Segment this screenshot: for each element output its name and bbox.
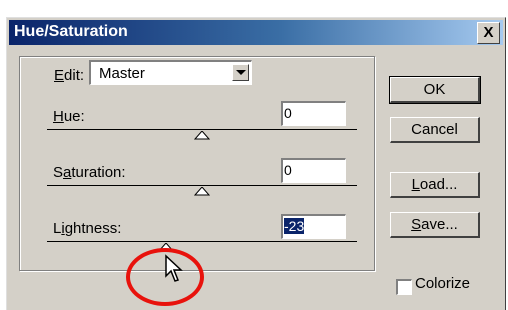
ok-button[interactable]: OK bbox=[389, 76, 481, 104]
edit-dropdown-value: Master bbox=[99, 65, 145, 82]
lightness-input[interactable]: -23 bbox=[281, 214, 346, 239]
saturation-label: Saturation: bbox=[53, 164, 126, 181]
lightness-slider-track[interactable] bbox=[47, 241, 357, 242]
saturation-slider-thumb[interactable] bbox=[194, 187, 210, 196]
lightness-value-selected: -23 bbox=[284, 218, 305, 234]
edit-dropdown[interactable]: Master bbox=[89, 60, 252, 85]
hue-slider-track[interactable] bbox=[47, 129, 357, 130]
saturation-slider-track[interactable] bbox=[47, 185, 357, 186]
hue-label: Hue: bbox=[53, 108, 85, 125]
edit-label: Edit: bbox=[48, 63, 91, 89]
title-bar[interactable]: Hue/Saturation X bbox=[9, 20, 503, 45]
save-button[interactable]: Save... bbox=[390, 212, 480, 238]
colorize-checkbox[interactable] bbox=[396, 279, 412, 295]
colorize-label[interactable]: Colorize bbox=[415, 275, 470, 292]
dialog-title: Hue/Saturation bbox=[14, 23, 128, 40]
cancel-button[interactable]: Cancel bbox=[390, 117, 480, 143]
mouse-pointer-icon bbox=[165, 254, 183, 282]
hue-input[interactable]: 0 bbox=[281, 101, 346, 126]
hue-slider-thumb[interactable] bbox=[194, 131, 210, 140]
close-button[interactable]: X bbox=[477, 22, 500, 44]
lightness-label: Lightness: bbox=[53, 220, 122, 237]
load-button[interactable]: Load... bbox=[390, 172, 480, 198]
saturation-input[interactable]: 0 bbox=[281, 158, 346, 183]
chevron-down-icon[interactable] bbox=[232, 64, 249, 81]
edit-group-box: Edit: Master Hue: 0 Saturation: 0 Lightn… bbox=[19, 56, 375, 271]
